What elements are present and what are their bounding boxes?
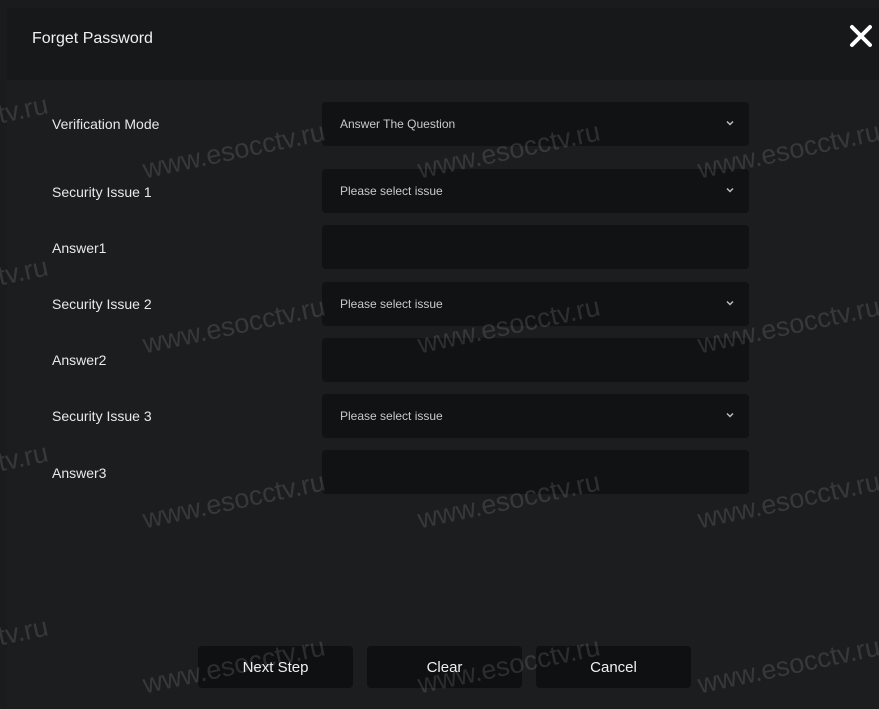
security-issue-3-label: Security Issue 3 (52, 408, 152, 424)
answer-1-input[interactable] (322, 225, 749, 269)
verification-mode-value: Answer The Question (340, 117, 456, 131)
security-issue-3-select[interactable]: Please select issue (322, 394, 749, 438)
verification-mode-select[interactable]: Answer The Question (322, 102, 749, 146)
answer-3-input[interactable] (322, 450, 749, 494)
security-issue-1-select[interactable]: Please select issue (322, 169, 749, 213)
security-issue-2-label: Security Issue 2 (52, 296, 152, 312)
forget-password-dialog: Forget Password Verification Mode Answer… (7, 8, 879, 709)
chevron-down-icon (726, 300, 734, 306)
security-issue-1-label: Security Issue 1 (52, 184, 152, 200)
dialog-title: Forget Password (32, 30, 153, 47)
security-issue-1-value: Please select issue (340, 184, 443, 198)
answer-2-label: Answer2 (52, 352, 107, 368)
chevron-down-icon (726, 412, 734, 418)
security-issue-3-value: Please select issue (340, 409, 443, 423)
answer-2-input[interactable] (322, 338, 749, 382)
dialog-titlebar: Forget Password (7, 8, 879, 80)
chevron-down-icon (726, 187, 734, 193)
security-issue-2-value: Please select issue (340, 297, 443, 311)
next-step-button[interactable]: Next Step (198, 646, 353, 688)
cancel-button[interactable]: Cancel (536, 646, 691, 688)
answer-1-label: Answer1 (52, 240, 107, 256)
answer-3-label: Answer3 (52, 465, 107, 481)
security-issue-2-select[interactable]: Please select issue (322, 282, 749, 326)
verification-mode-label: Verification Mode (52, 116, 160, 132)
chevron-down-icon (726, 120, 734, 126)
close-icon[interactable] (847, 22, 875, 50)
clear-button[interactable]: Clear (367, 646, 522, 688)
